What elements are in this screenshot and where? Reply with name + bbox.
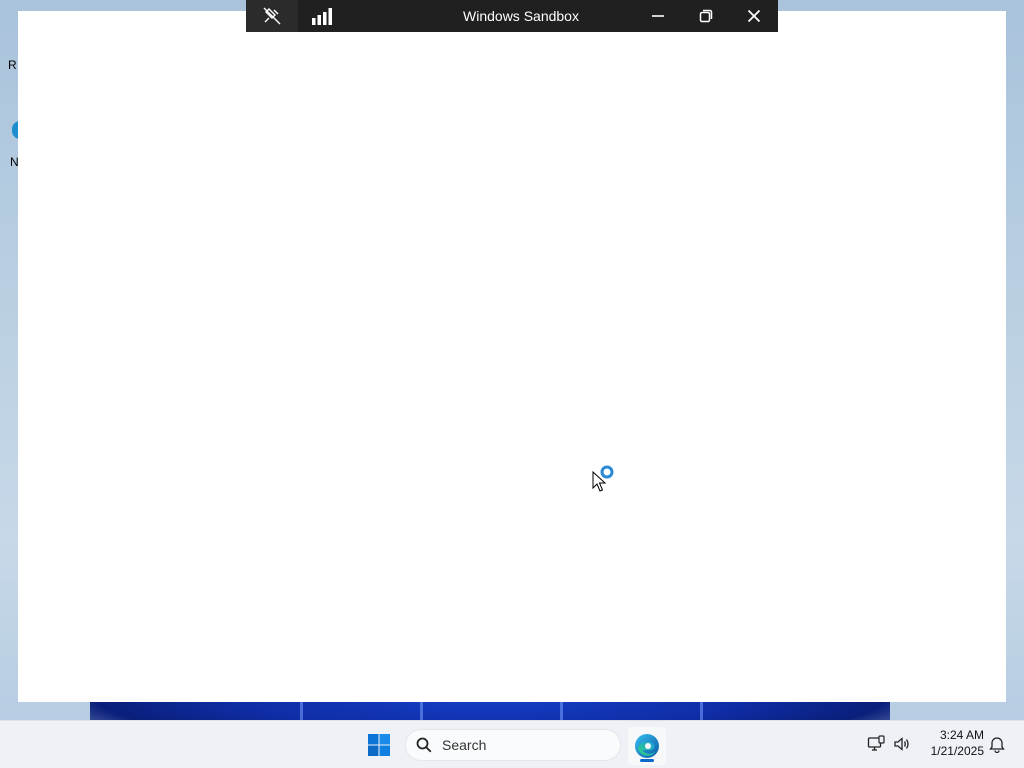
clock-time: 3:24 AM (939, 728, 984, 742)
network-icon (867, 735, 885, 751)
sandbox-content-area[interactable] (18, 11, 1006, 702)
restore-button[interactable] (682, 0, 730, 32)
close-button[interactable] (730, 0, 778, 32)
unpin-icon[interactable] (246, 0, 298, 32)
wallpaper-stripe (560, 700, 563, 720)
sandbox-connection-bar: Windows Sandbox (246, 0, 778, 32)
notification-center-button[interactable] (986, 720, 1008, 768)
network-tray-button[interactable] (864, 720, 888, 768)
edge-browser-icon (635, 734, 659, 758)
minimize-icon (652, 15, 664, 17)
close-icon (747, 9, 761, 23)
wallpaper-stripe (420, 700, 423, 720)
wallpaper-stripe (700, 700, 703, 720)
restore-icon (699, 9, 713, 23)
volume-tray-button[interactable] (890, 720, 914, 768)
taskbar-search[interactable]: Search (405, 729, 621, 761)
wallpaper-stripe (300, 700, 303, 720)
notification-bell-icon (989, 737, 1005, 753)
clock-date: 1/21/2025 (930, 744, 984, 758)
taskbar-clock[interactable]: 3:24 AM 1/21/2025 (918, 727, 984, 759)
minimize-button[interactable] (634, 0, 682, 32)
running-app-indicator (640, 759, 654, 762)
start-button[interactable] (363, 729, 395, 761)
busy-cursor-icon (592, 464, 616, 494)
window-title: Windows Sandbox (463, 8, 579, 24)
desktop-icon-label-recycle[interactable]: R (8, 58, 17, 72)
signal-bars-icon[interactable] (298, 0, 348, 32)
windows-start-icon (368, 734, 390, 756)
search-icon (416, 737, 432, 753)
search-placeholder: Search (442, 737, 487, 753)
volume-icon (894, 737, 909, 751)
